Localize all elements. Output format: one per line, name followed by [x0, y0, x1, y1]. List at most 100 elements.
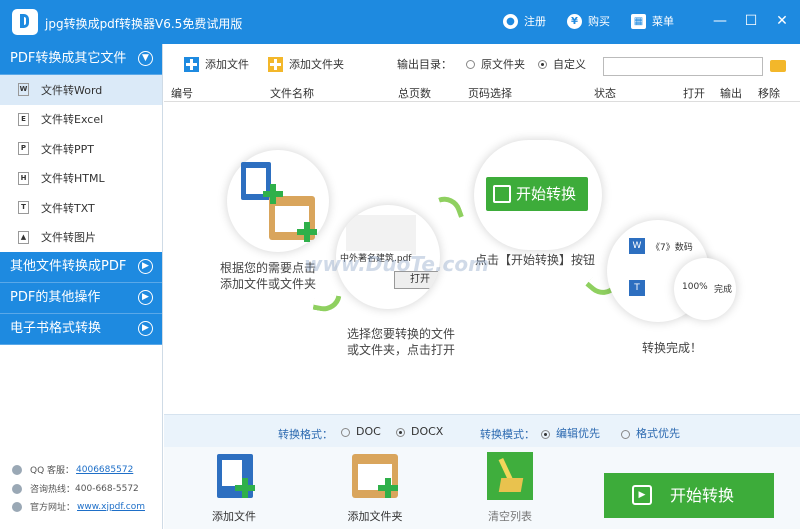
radio-label: 编辑优先 — [556, 427, 600, 440]
clear-list-button[interactable]: 清空列表 — [480, 452, 540, 524]
plus-icon — [297, 222, 317, 242]
mode-edit-radio[interactable]: 编辑优先 — [541, 425, 600, 441]
qq-link[interactable]: 4006685572 — [76, 465, 133, 475]
format-doc-radio[interactable]: DOC — [341, 425, 381, 438]
format-label: 转换格式： — [278, 428, 333, 441]
step2-line: 选择您要转换的文件 — [347, 327, 456, 341]
sidebar-item-label: 文件转PPT — [41, 142, 94, 156]
radio-label: DOCX — [411, 425, 444, 438]
radio-label: 原文件夹 — [481, 58, 525, 71]
sidebar-item-txt[interactable]: T 文件转TXT — [0, 193, 162, 223]
start-convert-button[interactable]: ▶ 开始转换 — [604, 473, 774, 518]
menu-label: 菜单 — [652, 15, 674, 28]
folder-icon[interactable] — [770, 60, 786, 72]
register-label: 注册 — [524, 15, 546, 28]
bottom-add-file-button[interactable]: 添加文件 — [204, 452, 264, 524]
word-file-icon: W — [18, 83, 29, 97]
column-header: 输出 — [720, 87, 742, 100]
arrow-icon — [312, 291, 342, 315]
hotline-label: 咨询热线： — [30, 485, 76, 495]
broom-icon — [487, 452, 533, 500]
output-path-input[interactable] — [603, 57, 763, 76]
sidebar-item-html[interactable]: H 文件转HTML — [0, 164, 162, 194]
start-convert-label: 开始转换 — [670, 486, 735, 505]
add-file-button[interactable]: 添加文件 — [184, 56, 249, 72]
add-folder-icon — [352, 452, 398, 500]
sidebar-category-pdf-other-ops[interactable]: PDF的其他操作 ▶ — [0, 283, 162, 314]
doc-label: 《7》数码 — [651, 243, 693, 253]
column-header: 总页数 — [398, 87, 431, 100]
sidebar-category-other-to-pdf[interactable]: 其他文件转换成PDF ▶ — [0, 252, 162, 283]
sidebar-item-label: 文件转Word — [41, 83, 103, 97]
add-folder-button[interactable]: 添加文件夹 — [268, 56, 344, 72]
sidebar-item-label: 文件转HTML — [41, 172, 105, 186]
radio-icon — [541, 429, 550, 439]
arrow-icon — [438, 191, 464, 223]
user-icon: ● — [503, 13, 518, 29]
menu-button[interactable]: ▦ 菜单 — [631, 13, 674, 29]
format-docx-radio[interactable]: DOCX — [396, 425, 443, 438]
buy-button[interactable]: ¥ 购买 — [567, 13, 610, 29]
file-browser-icon — [346, 215, 416, 255]
output-original-radio[interactable]: 原文件夹 — [466, 56, 525, 72]
step2-line: 或文件夹，点击打开 — [347, 343, 456, 357]
column-header: 移除 — [758, 87, 780, 100]
add-file-icon — [211, 452, 257, 500]
step1-text: 根据您的需要点击 添加文件或文件夹 — [220, 260, 316, 292]
category-label: 其他文件转换成PDF — [10, 259, 127, 274]
file-list-area[interactable]: 根据您的需要点击 添加文件或文件夹 中外著名建筑.pdf 打开 选择您要转换的文件… — [164, 102, 800, 414]
sidebar-item-excel[interactable]: E 文件转Excel — [0, 105, 162, 135]
radio-label: 自定义 — [553, 58, 586, 71]
sidebar-item-image[interactable]: ▲ 文件转图片 — [0, 223, 162, 253]
plus-icon — [184, 56, 199, 72]
maximize-icon[interactable]: ☐ — [743, 12, 759, 30]
site-link[interactable]: www.xjpdf.com — [77, 502, 145, 512]
plus-icon — [263, 184, 283, 204]
sidebar-item-ppt[interactable]: P 文件转PPT — [0, 134, 162, 164]
qq-icon — [12, 464, 22, 475]
output-custom-radio[interactable]: 自定义 — [538, 56, 586, 72]
file-table-header: 编号 文件名称 总页数 页码选择 状态 打开 输出 移除 — [164, 82, 800, 102]
title-bar: jpg转换成pdf转换器V6.5免费试用版 ● 注册 ¥ 购买 ▦ 菜单 — ☐ ✕ — [0, 0, 800, 44]
image-file-icon: ▲ — [18, 230, 29, 244]
output-label: 输出目录： — [397, 58, 452, 71]
radio-icon — [341, 427, 350, 437]
progress-value: 100% — [682, 282, 708, 292]
html-file-icon: H — [18, 171, 29, 185]
chevron-right-icon: ▶ — [138, 290, 153, 305]
app-title: jpg转换成pdf转换器V6.5免费试用版 — [45, 17, 243, 31]
toolbar: 添加文件 添加文件夹 输出目录： 原文件夹 自定义 — [164, 51, 800, 81]
sidebar-category-pdf-to-other[interactable]: PDF转换成其它文件 ▼ — [0, 44, 162, 75]
category-label: PDF的其他操作 — [10, 290, 101, 305]
qq-label: QQ 客服： — [30, 466, 75, 476]
excel-file-icon: E — [18, 112, 29, 126]
register-button[interactable]: ● 注册 — [503, 13, 546, 29]
add-folder-label: 添加文件夹 — [289, 58, 344, 71]
progress-label: 完成 — [714, 285, 733, 295]
step3-text: 点击【开始转换】按钮 — [475, 253, 596, 267]
phone-icon — [12, 483, 22, 494]
sidebar-item-word[interactable]: W 文件转Word — [0, 75, 162, 105]
sidebar-category-ebook[interactable]: 电子书格式转换 ▶ — [0, 314, 162, 345]
step1-line: 添加文件或文件夹 — [220, 277, 317, 291]
column-header: 文件名称 — [270, 87, 314, 100]
radio-label: 格式优先 — [636, 427, 680, 440]
chevron-right-icon: ▶ — [138, 259, 153, 274]
chevron-right-icon: ▶ — [138, 321, 153, 336]
close-icon[interactable]: ✕ — [774, 12, 790, 30]
sidebar-item-label: 文件转Excel — [41, 113, 104, 127]
bottom-add-file-label: 添加文件 — [212, 510, 256, 523]
column-header: 编号 — [171, 87, 193, 100]
radio-label: DOC — [356, 425, 381, 438]
minimize-icon[interactable]: — — [712, 12, 728, 30]
mode-format-radio[interactable]: 格式优先 — [621, 425, 680, 441]
app-logo — [12, 9, 38, 35]
start-convert-preview: 开始转换 — [486, 177, 588, 211]
play-icon: ▶ — [632, 485, 652, 505]
bottom-add-folder-button[interactable]: 添加文件夹 — [340, 452, 410, 524]
category-label: PDF转换成其它文件 — [10, 51, 127, 66]
clear-list-label: 清空列表 — [488, 510, 532, 523]
bottom-bar: 添加文件 添加文件夹 清空列表 ▶ 开始转换 — [164, 447, 800, 529]
column-header: 页码选择 — [468, 87, 512, 100]
txt-file-icon: T — [18, 201, 29, 215]
